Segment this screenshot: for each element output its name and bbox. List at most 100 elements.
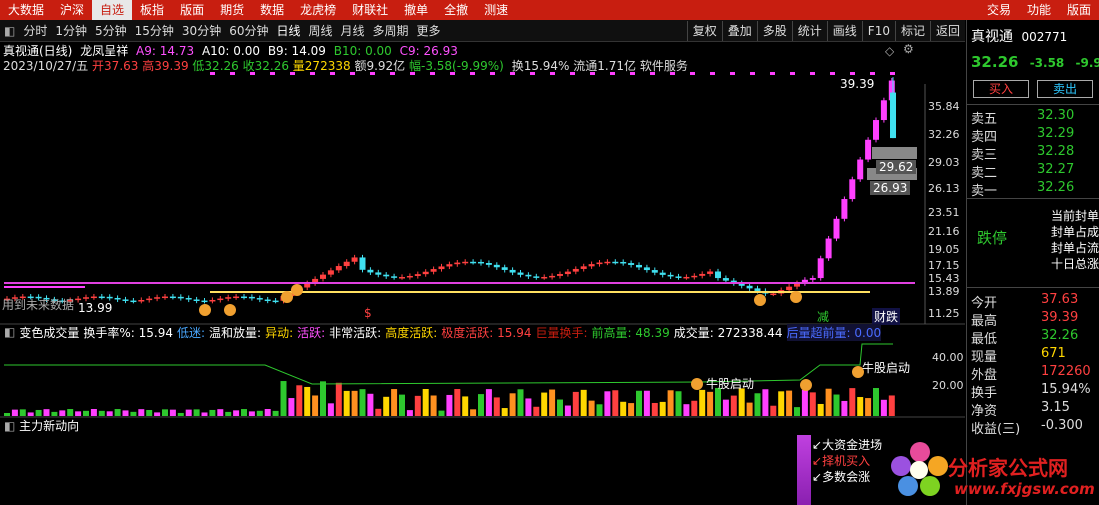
top-menu-item-5[interactable]: 期货 <box>212 0 252 20</box>
top-menu-right-item-1[interactable]: 功能 <box>1019 0 1059 20</box>
stat-row: 收益(三) -0.300 <box>971 418 1083 437</box>
period-tab-7[interactable]: 周线 <box>305 20 337 42</box>
candle-body <box>217 298 224 301</box>
candle-body <box>162 296 168 299</box>
volume-bar <box>667 390 674 416</box>
mild-volume: 温和放量: <box>209 325 262 340</box>
signal-dot <box>850 72 855 75</box>
sub1-volume: 成交量: 272338.44 <box>673 325 783 340</box>
candle-body <box>572 268 579 272</box>
candle-body <box>659 272 666 275</box>
chart-gear-icon[interactable]: ⚙ <box>903 42 914 56</box>
volume-bar <box>880 399 887 416</box>
volume-bar <box>675 391 682 416</box>
volume-bar <box>256 410 263 416</box>
tool-button-0[interactable]: 复权 <box>686 20 722 41</box>
top-menu-item-11[interactable]: 测速 <box>476 0 516 20</box>
period-tab-9[interactable]: 多周期 <box>369 20 413 42</box>
sell-button[interactable]: 卖出 <box>1037 80 1093 98</box>
top-menu-item-6[interactable]: 数据 <box>252 0 292 20</box>
volume-bar <box>841 400 848 416</box>
last-price: 32.26 <box>971 53 1019 71</box>
price-axis-label: 23.51 <box>928 206 960 219</box>
signal-dot <box>890 72 895 75</box>
volume-bar <box>612 390 619 416</box>
stat-row: 净资 3.15 <box>971 400 1070 419</box>
candle-body <box>98 296 105 299</box>
period-tab-1[interactable]: 1分钟 <box>51 20 91 42</box>
candle-body <box>675 276 682 278</box>
volume-bar <box>754 393 761 416</box>
period-tab-2[interactable]: 5分钟 <box>91 20 131 42</box>
tool-button-4[interactable]: 画线 <box>826 20 862 41</box>
panel-toggle-icon[interactable]: ◧ <box>0 24 19 38</box>
volume-bar <box>509 393 516 416</box>
chart-settings-icon[interactable]: ◇ <box>885 44 894 58</box>
indicator-name[interactable]: 龙凤呈祥 <box>80 44 128 58</box>
volume-bar <box>722 399 729 416</box>
sub1-ylabel-40: 40.00 <box>932 351 964 364</box>
period-tab-10[interactable]: 更多 <box>413 20 445 42</box>
buy-button[interactable]: 买入 <box>973 80 1029 98</box>
volume-bar <box>888 395 895 416</box>
top-menu-item-8[interactable]: 财联社 <box>344 0 396 20</box>
sub1-name[interactable]: 变色成交量 <box>19 324 79 341</box>
volume-bar <box>414 395 421 416</box>
tool-button-6[interactable]: 标记 <box>894 20 930 41</box>
volume-bar <box>248 411 255 416</box>
stat-row: 换手 15.94% <box>971 382 1091 401</box>
tool-button-5[interactable]: F10 <box>861 20 895 41</box>
tool-button-1[interactable]: 叠加 <box>721 20 757 41</box>
period-tab-5[interactable]: 60分钟 <box>225 20 272 42</box>
future-data-note: 用到未来数据 <box>2 298 75 312</box>
top-menu-item-2[interactable]: 自选 <box>92 0 133 20</box>
volume-bar <box>493 397 500 416</box>
top-menu-item-7[interactable]: 龙虎榜 <box>292 0 344 20</box>
tool-button-2[interactable]: 多股 <box>756 20 792 41</box>
limit-info-item: 封单占成 <box>1051 225 1099 239</box>
candle-body <box>786 286 793 291</box>
period-tab-0[interactable]: 分时 <box>19 20 51 42</box>
tool-button-3[interactable]: 统计 <box>791 20 827 41</box>
ask-label: 卖四 <box>971 130 998 145</box>
volume-bar <box>130 411 137 416</box>
volume-bar <box>604 391 611 416</box>
price-axis-label: 21.16 <box>928 225 960 238</box>
top-menu-item-1[interactable]: 沪深 <box>52 0 92 20</box>
volume-bar <box>162 409 168 416</box>
stat-label: 收益(三) <box>971 422 1021 437</box>
b9-value: B9: 14.09 <box>267 44 326 58</box>
volume-bar <box>399 394 405 416</box>
chart-tools: 复权 叠加 多股 统计 画线 F10 标记 返回 <box>686 20 965 41</box>
top-menu-item-3[interactable]: 板指 <box>132 0 172 20</box>
stat-row: 今开 37.63 <box>971 292 1078 311</box>
volume-bar <box>525 398 532 416</box>
volume-bar <box>588 400 595 416</box>
top-menu-item-0[interactable]: 大数据 <box>0 0 52 20</box>
watermark-logo: 分析家公式网 www.fxjgsw.com <box>890 438 1099 505</box>
top-menu-item-4[interactable]: 版面 <box>172 0 212 20</box>
volume-bar <box>770 405 777 416</box>
top-menu-item-10[interactable]: 全撤 <box>436 0 476 20</box>
ask-price: 32.26 <box>1037 180 1075 195</box>
stat-value: 3.15 <box>1041 400 1070 415</box>
kline-chart-area[interactable]: 真视通(日线) 龙凤呈祥 A9: 14.73 A10: 0.00 B9: 14.… <box>0 42 965 505</box>
candle-body <box>849 179 856 200</box>
divider <box>967 198 1099 199</box>
top-menu-right-item-2[interactable]: 版面 <box>1059 0 1099 20</box>
top-menu-right-item-0[interactable]: 交易 <box>979 0 1019 20</box>
tool-button-7[interactable]: 返回 <box>929 20 965 41</box>
turnover-rate: 换手率%: 15.94 <box>83 325 173 340</box>
top-menu-item-9[interactable]: 撤单 <box>396 0 436 20</box>
period-tab-6[interactable]: 日线 <box>272 20 304 42</box>
price-axis-label: 26.13 <box>928 182 960 195</box>
sub2-toggle-icon[interactable]: ◧ <box>4 419 15 433</box>
period-tab-8[interactable]: 月线 <box>337 20 369 42</box>
volume-bar <box>485 389 492 416</box>
low-price-tag: 13.99 <box>78 301 113 315</box>
sub2-name[interactable]: 主力新动向 <box>19 419 79 433</box>
limit-status: 跌停 <box>977 229 1008 247</box>
period-tab-3[interactable]: 15分钟 <box>131 20 178 42</box>
period-tab-4[interactable]: 30分钟 <box>178 20 225 42</box>
sub1-toggle-icon[interactable]: ◧ <box>4 325 15 339</box>
